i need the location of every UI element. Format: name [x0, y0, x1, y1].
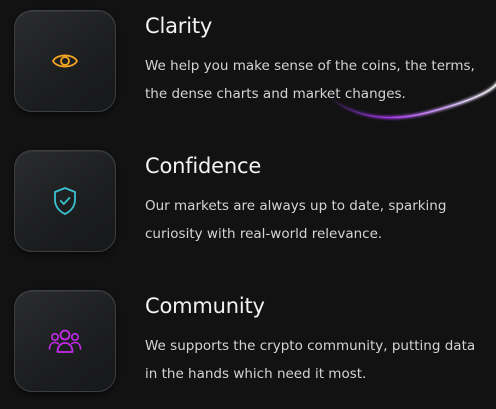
feature-description: Our markets are always up to date, spark…	[145, 198, 447, 242]
feature-title: Clarity	[145, 14, 213, 38]
clarity-icon-tile	[14, 10, 116, 112]
feature-community: Community We supports the crypto communi…	[0, 280, 496, 400]
feature-description: We supports the crypto community, puttin…	[145, 338, 476, 382]
community-icon-tile	[14, 290, 116, 392]
feature-description: We help you make sense of the coins, the…	[145, 58, 475, 102]
features-section: Clarity We help you make sense of the co…	[0, 0, 496, 409]
eye-icon	[52, 54, 78, 68]
shield-check-icon	[54, 187, 76, 215]
users-icon	[48, 329, 82, 353]
feature-confidence: Confidence Our markets are always up to …	[0, 140, 496, 260]
feature-title: Confidence	[145, 154, 262, 178]
feature-title: Community	[145, 294, 265, 318]
feature-clarity: Clarity We help you make sense of the co…	[0, 0, 496, 120]
confidence-icon-tile	[14, 150, 116, 252]
